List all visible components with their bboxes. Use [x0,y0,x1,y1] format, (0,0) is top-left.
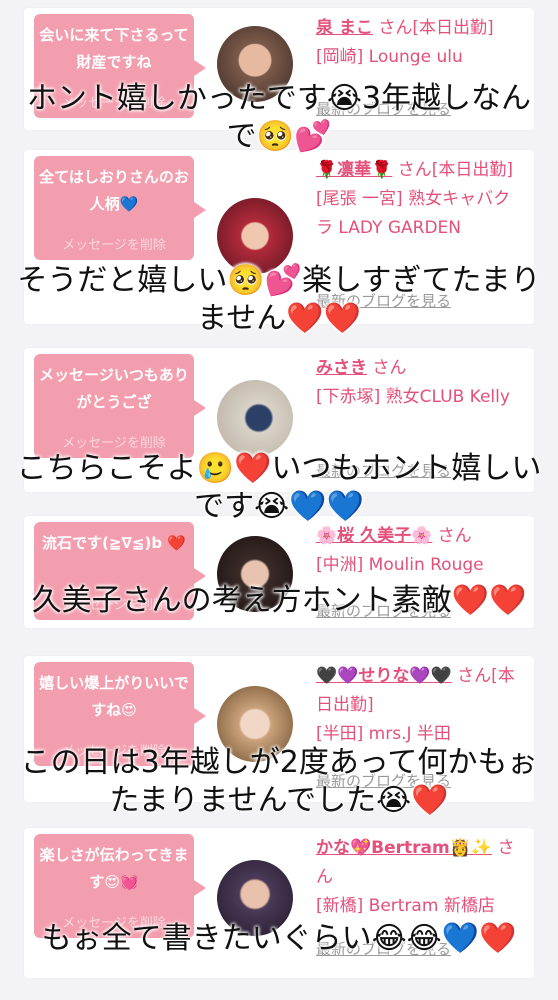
overlay-caption: 久美子さんの考え方ホント素敵❤️❤️ [31,583,527,618]
message-text: 楽しさが伝わってきます😍💓 [39,846,189,891]
delete-message-link[interactable]: メッセージを削除 [34,238,194,254]
cast-info: みさき さん [下赤塚] 熟女CLUB Kelly [316,354,526,412]
cast-info: かな💖Bertram👸✨ さん [新橋] Bertram 新橋店 [316,834,526,921]
shop-name: [新橋] Bertram 新橋店 [316,896,495,916]
shop-name: [尾張 一宮] 熟女キャバクラ LADY GARDEN [316,189,511,238]
cast-info: 🌹凛華🌹 さん[本日出勤] [尾張 一宮] 熟女キャバクラ LADY GARDE… [316,156,526,243]
overlay-caption: こちらこそよ🥲❤️いつもホント嬉しいです😭💙💙 [16,451,542,524]
overlay-caption: ホント嬉しかったです😭3年越しなんで🥺💕 [26,81,532,154]
cast-status: さん [372,358,407,378]
cast-info: 🌸桜 久美子🌸 さん [中洲] Moulin Rouge [316,522,526,580]
cast-status: さん[本日出勤] [397,160,514,180]
message-bubble: メッセージいつもありがとうござ メッセージを削除 [34,354,206,458]
cast-info: 🖤💜せりな💜🖤 さん[本日出勤] [半田] mrs.J 半田 [316,662,526,749]
message-text: 流石です(≧∇≦)b ❤️ [42,534,186,552]
message-text: 嬉しい爆上がりいいですね😍 [39,674,189,719]
cast-info: 泉 まこ さん[本日出勤] [岡崎] Lounge ulu [316,14,526,72]
cast-name-link[interactable]: みさき [316,358,367,378]
shop-name: [岡崎] Lounge ulu [316,47,463,67]
cast-name-link[interactable]: 泉 まこ [316,18,373,38]
message-bubble: 全てはしおりさんのお人柄💙 メッセージを削除 [34,156,206,260]
shop-name: [下赤塚] 熟女CLUB Kelly [316,387,510,407]
avatar[interactable] [217,380,293,456]
cast-status: さん[本日出勤] [378,18,494,38]
cast-name-link[interactable]: かな💖Bertram👸✨ [316,838,492,858]
cast-status: さん [437,526,472,546]
overlay-caption: この日は3年越しが2度あって何かもぉたまりませんでした😭❤️ [20,745,538,818]
cast-name-link[interactable]: 🌸桜 久美子🌸 [316,526,432,546]
cast-name-link[interactable]: 🖤💜せりな💜🖤 [316,666,452,686]
message-text: 全てはしおりさんのお人柄💙 [39,168,189,213]
cast-name-link[interactable]: 🌹凛華🌹 [316,160,392,180]
message-text: メッセージいつもありがとうござ [39,366,189,411]
shop-name: [中洲] Moulin Rouge [316,555,484,575]
overlay-caption: もぉ全て書きたいぐらい😂😂💙❤️ [41,921,517,956]
overlay-caption: そうだと嬉しい🥺💕楽しすぎてたまりません❤️❤️ [17,263,541,336]
message-text: 会いに来て下さるって財産ですね [39,26,189,71]
